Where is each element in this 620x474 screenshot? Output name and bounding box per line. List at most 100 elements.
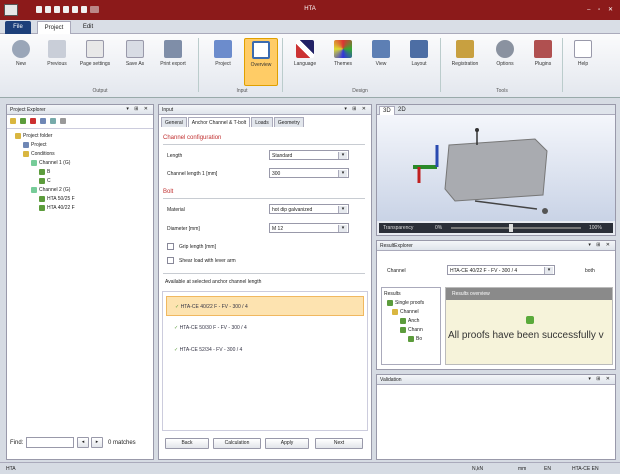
- tab-loads[interactable]: Loads: [251, 117, 273, 127]
- tree-item[interactable]: Channel 1 (G): [11, 159, 149, 168]
- find-prev-button[interactable]: ◂: [77, 437, 89, 448]
- transparency-bar: Transparency 0% 100%: [379, 223, 613, 233]
- title-bar: HTA – ▫ ✕: [0, 0, 620, 20]
- divider: [163, 273, 365, 274]
- folder-icon[interactable]: [10, 118, 16, 124]
- paste-icon[interactable]: [50, 118, 56, 124]
- material-select[interactable]: hot dip galvanized: [269, 204, 349, 214]
- tab-anchor-channel[interactable]: Anchor Channel & T-bolt: [187, 117, 251, 127]
- tab-geometry[interactable]: Geometry: [273, 117, 304, 127]
- anchor-icon: [39, 204, 45, 211]
- help-button[interactable]: Help: [566, 38, 600, 86]
- diameter-select[interactable]: M 12: [269, 223, 349, 233]
- previous-button[interactable]: Previous: [40, 38, 74, 86]
- shear-lever-label: Shear load with lever arm: [179, 258, 236, 264]
- model-view[interactable]: [377, 115, 615, 221]
- tree-item[interactable]: Bo: [384, 335, 438, 344]
- tree-item[interactable]: B: [11, 168, 149, 177]
- ribbon-tabs: File Project Edit: [0, 20, 620, 34]
- registration-icon: [456, 40, 474, 58]
- slider-thumb[interactable]: [509, 224, 513, 232]
- options-button[interactable]: Options: [488, 38, 522, 86]
- list-item[interactable]: ✓ HTA-CE 40/22 F - FV - 300 / 4: [166, 296, 364, 316]
- grip-length-checkbox[interactable]: [167, 243, 174, 250]
- result-channel-select[interactable]: HTA-CE 40/22 F - FV - 300 / 4: [447, 265, 555, 275]
- project-button[interactable]: Project: [206, 38, 240, 86]
- length-select[interactable]: Standard: [269, 150, 349, 160]
- tab-file[interactable]: File: [5, 21, 31, 34]
- tab-project[interactable]: Project: [37, 21, 71, 34]
- status-bar: HTA N,kN mm EN HTA-CE EN: [0, 462, 620, 474]
- next-button[interactable]: Next: [315, 438, 363, 449]
- panel-title: Project Explorer: [10, 107, 46, 113]
- view-button[interactable]: View: [364, 38, 398, 86]
- transparency-slider[interactable]: [451, 227, 581, 229]
- move-handle-icon[interactable]: [542, 208, 548, 214]
- tree-item[interactable]: Results: [384, 290, 438, 299]
- pin-icon[interactable]: ▾ ⊞ ✕: [588, 376, 612, 382]
- tree-item[interactable]: Chann: [384, 326, 438, 335]
- length-label: Length: [167, 153, 183, 159]
- layout-button[interactable]: Layout: [402, 38, 436, 86]
- page-icon: [86, 40, 104, 58]
- new-button[interactable]: New: [4, 38, 38, 86]
- tree-item[interactable]: Single proofs: [384, 299, 438, 308]
- page-settings-button[interactable]: Page settings: [76, 38, 114, 86]
- find-next-button[interactable]: ▸: [91, 437, 103, 448]
- panel-header: Project Explorer ▾ ⊞ ✕: [7, 105, 153, 115]
- tree-item[interactable]: Anch: [384, 317, 438, 326]
- success-icon: [526, 316, 534, 324]
- group-label-design: Design: [352, 88, 368, 94]
- status-product[interactable]: HTA-CE EN: [572, 466, 599, 472]
- pin-icon[interactable]: ▾ ⊞ ✕: [126, 106, 150, 112]
- panel-header: Input ▾ ⊞ ✕: [159, 105, 371, 115]
- tree-item[interactable]: Channel 2 (G): [11, 186, 149, 195]
- window-controls[interactable]: – ▫ ✕: [587, 6, 616, 13]
- save-as-button[interactable]: Save As: [118, 38, 152, 86]
- tab-2d[interactable]: 2D: [395, 106, 409, 114]
- status-unit-length[interactable]: mm: [518, 466, 526, 472]
- themes-icon: [334, 40, 352, 58]
- copy-icon[interactable]: [40, 118, 46, 124]
- find-label: Find:: [10, 440, 24, 446]
- plugins-button[interactable]: Plugins: [526, 38, 560, 86]
- delete-icon[interactable]: [30, 118, 36, 124]
- status-text: HTA: [6, 466, 16, 472]
- status-unit-force[interactable]: N,kN: [472, 466, 483, 472]
- new-icon: [12, 40, 30, 58]
- calculation-button[interactable]: Calculation: [213, 438, 261, 449]
- list-item[interactable]: ✓ HTA-CE 50/30 F - FV - 300 / 4: [166, 318, 364, 338]
- tree-item[interactable]: Channel: [384, 308, 438, 317]
- slider-min: 0%: [435, 225, 443, 231]
- view-tabs: 3D 2D: [377, 105, 615, 116]
- status-standard[interactable]: EN: [544, 466, 551, 472]
- registration-button[interactable]: Registration: [446, 38, 484, 86]
- pin-icon[interactable]: ▾ ⊞ ✕: [344, 106, 368, 112]
- folder-icon: [15, 132, 21, 139]
- tree-item[interactable]: Project folder: [11, 132, 149, 141]
- tab-general[interactable]: General: [161, 117, 187, 127]
- back-button[interactable]: Back: [165, 438, 209, 449]
- shear-lever-checkbox[interactable]: [167, 257, 174, 264]
- pin-icon[interactable]: ▾ ⊞ ✕: [588, 242, 612, 248]
- tree-item[interactable]: Conditions: [11, 150, 149, 159]
- apply-button[interactable]: Apply: [265, 438, 309, 449]
- tab-edit[interactable]: Edit: [75, 21, 101, 34]
- tree-item[interactable]: Project: [11, 141, 149, 150]
- print-export-button[interactable]: Print export: [154, 38, 192, 86]
- project-icon: [23, 141, 29, 148]
- properties-icon[interactable]: [60, 118, 66, 124]
- themes-button[interactable]: Themes: [326, 38, 360, 86]
- tree-item[interactable]: C: [11, 177, 149, 186]
- channel-length-select[interactable]: 300: [269, 168, 349, 178]
- tree-item[interactable]: HTA 40/22 F: [11, 204, 149, 213]
- add-icon[interactable]: [20, 118, 26, 124]
- grip-length-label: Grip length [mm]: [179, 244, 216, 250]
- folder-icon: [392, 308, 398, 315]
- list-item[interactable]: ✓ HTA-CE 52/34 - FV - 300 / 4: [166, 340, 364, 360]
- divider: [163, 198, 365, 199]
- find-input[interactable]: [26, 437, 74, 448]
- language-button[interactable]: Language: [288, 38, 322, 86]
- tree-item[interactable]: HTA 50/25 F: [11, 195, 149, 204]
- overview-button[interactable]: Overview: [244, 38, 278, 86]
